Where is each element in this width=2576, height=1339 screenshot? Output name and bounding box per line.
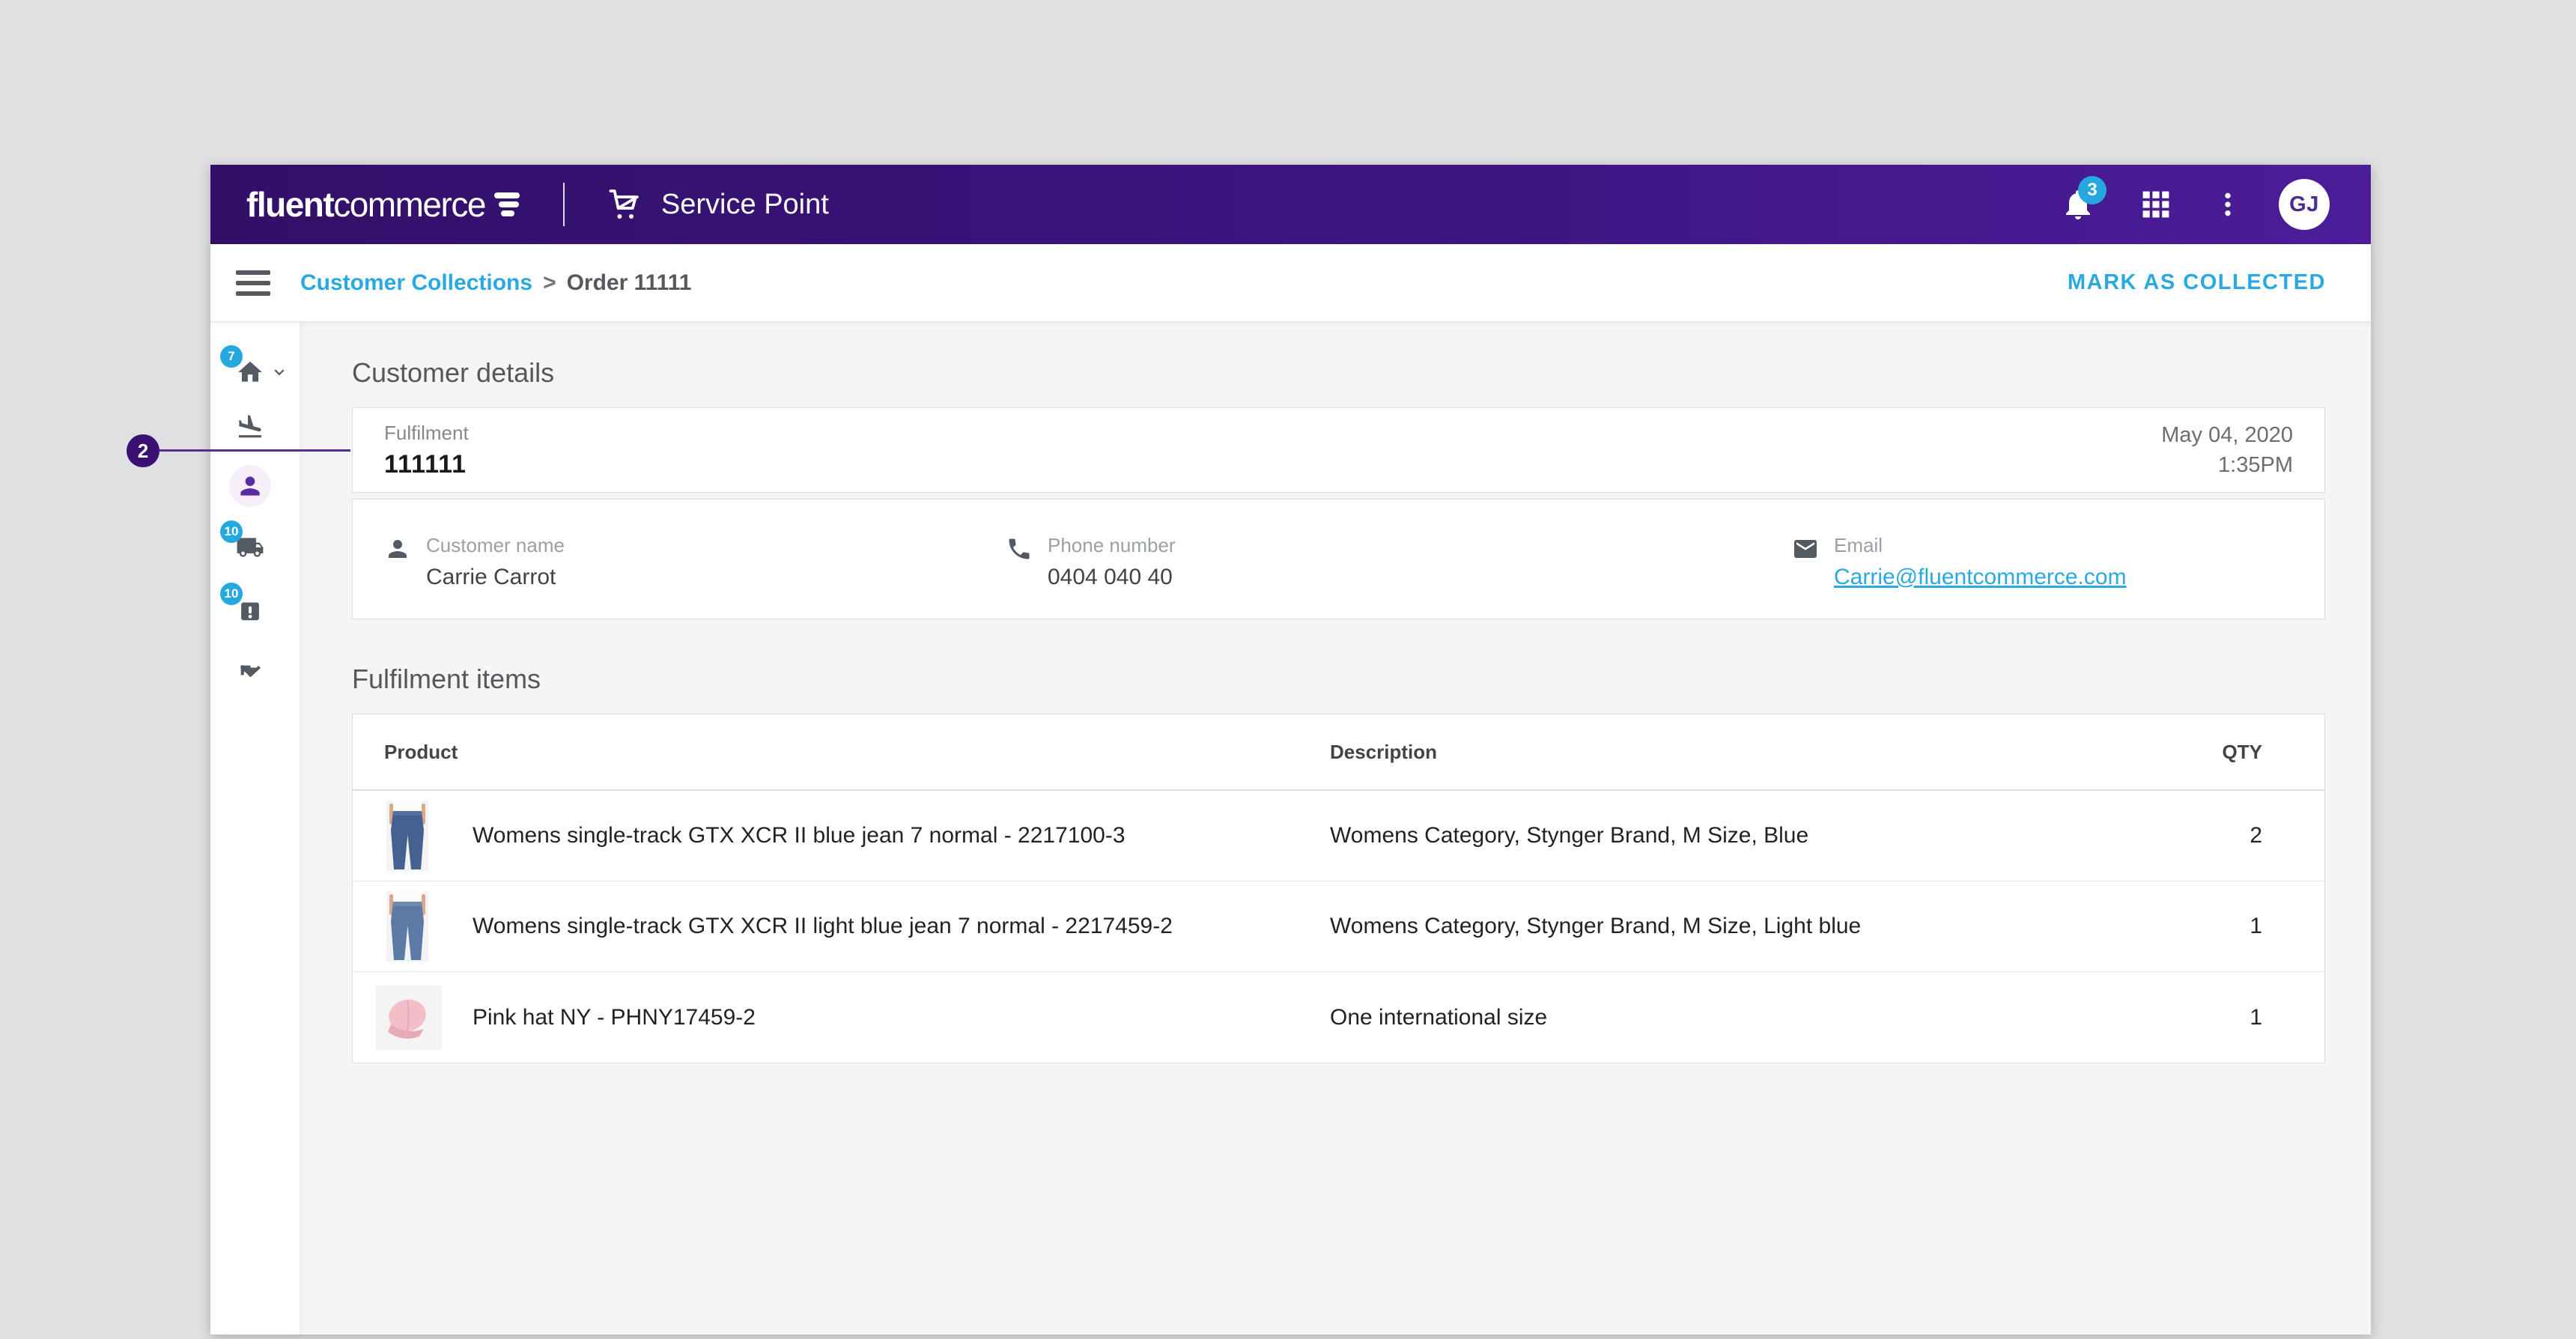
column-header-qty: QTY [2222,740,2262,763]
logo-fluent: fluent [246,185,335,224]
product-name: Pink hat NY - PHNY17459-2 [473,1004,756,1030]
fulfilment-items-title: Fulfilment items [352,664,541,694]
email-label: Email [1834,534,1883,556]
person-icon [240,476,260,496]
annotation-step-badge: 2 [127,434,160,467]
product-qty: 1 [2250,914,2262,938]
logo-text: fluentcommerce [246,184,486,225]
phone-icon [1006,534,1033,590]
sidebar-item-customer-collections[interactable] [229,465,271,507]
product-description: Womens Category, Stynger Brand, M Size, … [1330,914,1862,938]
product-qty: 1 [2250,1004,2262,1030]
fulfilment-number: 111111 [384,449,467,479]
sidebar: 7 10 10 [210,322,300,1335]
logo-commerce: commerce [333,185,486,224]
customer-contact-card: Customer name Carrie Carrot Phone number… [352,499,2325,619]
fluentcommerce-logo-mark-icon [493,192,520,217]
cart-icon [609,189,639,219]
customer-details-title: Customer details [352,357,555,388]
customer-name-field: Customer name Carrie Carrot [384,534,565,590]
exceptions-count-badge: 10 [220,583,243,605]
phone-number-field: Phone number 0404 040 40 [1006,534,1176,590]
product-description: Womens Category, Stynger Brand, M Size, … [1330,823,1809,848]
table-header-row: Product Description QTY [353,714,2324,791]
app-switcher[interactable]: Service Point [606,186,829,222]
notifications-button[interactable]: 3 [2060,176,2106,222]
more-menu-button[interactable] [2213,189,2243,219]
sidebar-item-collect[interactable] [229,654,271,696]
app-window: fluentcommerce Service Point 3 GJ Custom… [210,165,2371,1335]
breadcrumb-parent-link[interactable]: Customer Collections [300,270,532,296]
flight-land-icon [238,415,262,438]
deliveries-count-badge: 10 [220,520,243,543]
product-name: Womens single-track GTX XCR II blue jean… [473,823,1126,848]
email-link[interactable]: Carrie@fluentcommerce.com [1834,565,2127,590]
app-name: Service Point [660,188,829,220]
phone-number-value: 0404 040 40 [1048,565,1173,589]
product-image-pink-hat [376,985,442,1050]
fulfilment-date: May 04, 2020 [2161,423,2293,447]
collect-check-icon [240,664,261,678]
person-icon [384,534,411,590]
mark-as-collected-button[interactable]: MARK AS COLLECTED [2068,270,2326,295]
home-count-badge: 7 [220,345,243,368]
product-description: One international size [1330,1004,1548,1030]
fulfilment-label: Fulfilment [384,421,469,444]
phone-number-label: Phone number [1048,534,1176,556]
breadcrumb-bar: Customer Collections > Order 11111 MARK … [210,244,2371,322]
fluentcommerce-logo[interactable]: fluentcommerce [246,184,520,225]
avatar[interactable]: GJ [2279,179,2330,230]
table-row[interactable]: Womens single-track GTX XCR II light blu… [353,881,2324,972]
column-header-description: Description [1330,740,1438,763]
main-content: Customer details Fulfilment 111111 May 0… [300,322,2371,1335]
annotation-callout-line [159,449,350,452]
breadcrumb-separator: > [543,270,556,295]
hamburger-menu-button[interactable] [236,270,270,296]
product-image-light-blue-jeans [386,891,428,962]
app-bar: fluentcommerce Service Point 3 GJ [210,165,2371,244]
appbar-actions: 3 GJ [2060,176,2330,230]
sidebar-item-deliveries[interactable]: 10 [220,520,271,568]
sidebar-item-exceptions[interactable]: 10 [220,583,271,631]
table-row[interactable]: Womens single-track GTX XCR II blue jean… [353,791,2324,881]
app-grid-button[interactable] [2139,188,2172,221]
product-image-blue-jeans [386,801,428,871]
breadcrumb: Customer Collections > Order 11111 [300,270,691,296]
email-icon [1792,534,1819,590]
email-field: Email Carrie@fluentcommerce.com [1792,534,2127,590]
customer-name-value: Carrie Carrot [426,565,556,589]
customer-name-label: Customer name [426,534,565,556]
breadcrumb-current: Order 11111 [566,270,692,295]
notification-count-badge: 3 [2078,176,2106,204]
page-body: 7 10 10 Customer details Fulfilment 1111… [210,322,2371,1335]
product-name: Womens single-track GTX XCR II light blu… [473,914,1173,938]
sidebar-item-home[interactable]: 7 [220,345,285,393]
kebab-icon [2225,192,2231,216]
sidebar-item-arrivals[interactable] [229,406,271,448]
fulfilment-datetime: May 04, 2020 1:35PM [2161,420,2293,480]
grid-icon [2142,191,2169,218]
appbar-divider [562,183,565,226]
fulfilment-time: 1:35PM [2218,453,2293,477]
column-header-product: Product [384,740,458,763]
fulfilment-items-table: Product Description QTY Womens single-tr [352,714,2325,1063]
table-row[interactable]: Pink hat NY - PHNY17459-2 One internatio… [353,972,2324,1063]
fulfilment-summary-card: Fulfilment 111111 May 04, 2020 1:35PM [352,407,2325,493]
product-qty: 2 [2250,823,2262,848]
chevron-down-icon[interactable] [270,362,289,386]
